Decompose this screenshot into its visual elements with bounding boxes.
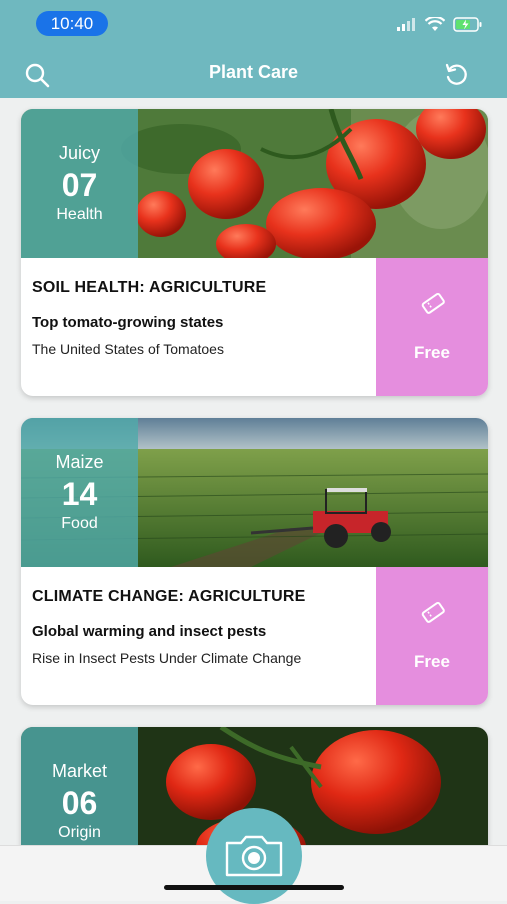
signal-icon (397, 18, 415, 31)
camera-icon (225, 835, 283, 877)
page-title: Plant Care (208, 62, 299, 82)
card-image: Maize 14 Food (21, 418, 488, 567)
date-number: 07 (61, 167, 98, 203)
refresh-icon (445, 63, 467, 85)
date-panel: Maize 14 Food (21, 418, 138, 567)
article-card[interactable]: Maize 14 Food CLIMATE CHANGE: AGRICULTUR… (21, 418, 488, 705)
article-card[interactable]: Juicy 07 Health SOIL HEALTH: AGRICULTURE… (21, 109, 488, 396)
date-panel: Market 06 Origin (21, 727, 138, 857)
card-body: SOIL HEALTH: AGRICULTURE Top tomato-grow… (21, 258, 376, 396)
app-header: 10:40 Plant Care (0, 0, 507, 98)
date-number: 06 (61, 785, 98, 821)
ticket-icon (421, 292, 445, 314)
card-headline: Top tomato-growing states (32, 314, 224, 331)
card-headline: Global warming and insect pests (32, 623, 267, 640)
wifi-icon (425, 16, 445, 31)
date-label-bottom: Origin (58, 824, 101, 841)
price-button[interactable]: Free (376, 258, 488, 396)
date-number: 14 (61, 476, 98, 512)
card-subtitle: Rise in Insect Pests Under Climate Chang… (32, 650, 302, 666)
ticket-icon (421, 601, 445, 623)
date-label-top: Market (51, 761, 107, 781)
date-label-bottom: Food (61, 515, 98, 532)
battery-icon (453, 16, 482, 32)
date-label-bottom: Health (56, 206, 103, 223)
refresh-button[interactable] (442, 60, 472, 90)
price-button[interactable]: Free (376, 567, 488, 705)
card-subtitle: The United States of Tomatoes (32, 341, 224, 357)
card-category: SOIL HEALTH: AGRICULTURE (32, 279, 267, 296)
price-label: Free (414, 652, 450, 671)
status-time: 10:40 (36, 11, 108, 36)
price-label: Free (414, 343, 450, 362)
card-image: Juicy 07 Health (21, 109, 488, 258)
date-label-top: Juicy (58, 143, 100, 163)
card-body: CLIMATE CHANGE: AGRICULTURE Global warmi… (21, 567, 376, 705)
card-category: CLIMATE CHANGE: AGRICULTURE (32, 588, 306, 605)
status-icons (397, 14, 483, 34)
date-panel: Juicy 07 Health (21, 109, 138, 258)
date-label-top: Maize (55, 452, 104, 472)
home-indicator (164, 885, 344, 890)
